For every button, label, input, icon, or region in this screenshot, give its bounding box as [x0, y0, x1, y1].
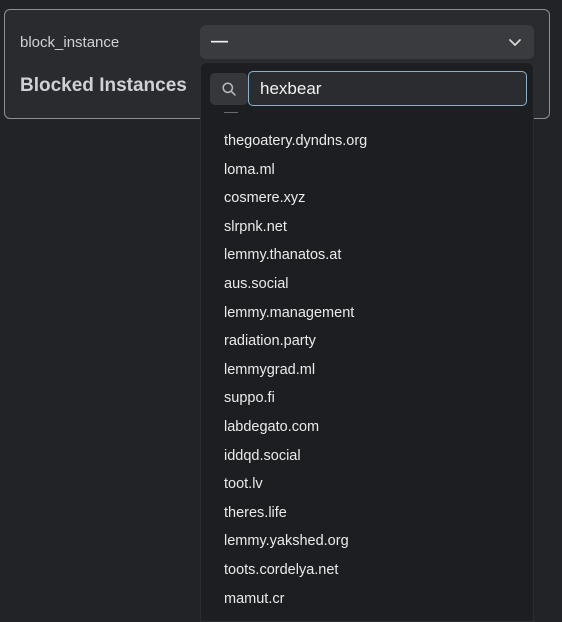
select-value: —: [211, 31, 228, 50]
instance-option[interactable]: cosmere.xyz: [201, 184, 533, 213]
instance-option[interactable]: toot.lv: [201, 470, 533, 499]
instance-option[interactable]: —: [201, 104, 533, 127]
block-instance-label: block_instance: [20, 34, 120, 51]
instance-option[interactable]: lemmygrad.ml: [201, 356, 533, 385]
instance-option[interactable]: thegoatery.dyndns.org: [201, 127, 533, 156]
instance-option[interactable]: toots.cordelya.net: [201, 556, 533, 585]
instance-option[interactable]: theres.life: [201, 499, 533, 528]
instance-option[interactable]: iddqd.social: [201, 442, 533, 471]
chevron-down-icon[interactable]: [507, 34, 523, 50]
instance-option[interactable]: labdegato.com: [201, 413, 533, 442]
instance-option[interactable]: radiation.party: [201, 327, 533, 356]
instance-option[interactable]: slrpnk.net: [201, 213, 533, 242]
search-button[interactable]: [210, 73, 248, 105]
instance-option[interactable]: suppo.fi: [201, 384, 533, 413]
instance-options-list: — thegoatery.dyndns.org loma.ml cosmere.xyz…: [201, 104, 533, 614]
instance-option[interactable]: lemmy.yakshed.org: [201, 527, 533, 556]
instance-option[interactable]: lemmy.thanatos.at: [201, 241, 533, 270]
instance-dropdown: —thegoatery.dyndns.orgloma.mlcosmere.xyz…: [200, 62, 534, 622]
block-instance-select[interactable]: —: [200, 25, 534, 59]
instance-option[interactable]: loma.ml: [201, 156, 533, 185]
instance-option[interactable]: mamut.cr: [201, 585, 533, 614]
blocked-instances-heading: Blocked Instances: [20, 75, 187, 96]
instance-option[interactable]: lemmy.management: [201, 299, 533, 328]
instance-option[interactable]: aus.social: [201, 270, 533, 299]
search-icon: [222, 82, 236, 96]
instance-search-input[interactable]: [248, 71, 527, 106]
